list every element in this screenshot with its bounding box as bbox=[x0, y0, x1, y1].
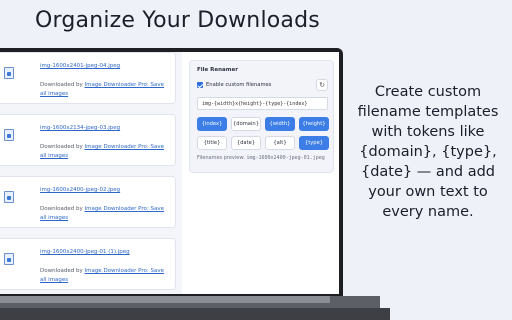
token-type-button[interactable]: {type} bbox=[299, 136, 329, 150]
headline: Organize Your Downloads bbox=[35, 8, 320, 33]
token-index-button[interactable]: {index} bbox=[197, 117, 227, 131]
laptop-base-highlight bbox=[0, 296, 330, 303]
file-renamer-panel: File Renamer Enable custom filenames ↻ {… bbox=[189, 60, 334, 173]
enable-label: Enable custom filenames bbox=[206, 82, 272, 88]
enable-checkbox[interactable] bbox=[197, 82, 203, 88]
file-list: img-1600x2401-jpeg-04.jpeg Downloaded by… bbox=[0, 52, 182, 294]
list-item[interactable]: img-1600x2400-jpeg-01 (1).jpeg Downloade… bbox=[0, 238, 176, 290]
image-file-icon bbox=[4, 129, 14, 141]
token-height-button[interactable]: {height} bbox=[299, 117, 329, 131]
panel-title: File Renamer bbox=[197, 67, 238, 73]
download-source: Downloaded by Image Downloader Pro: Save… bbox=[40, 82, 165, 97]
download-source: Downloaded by Image Downloader Pro: Save… bbox=[40, 144, 165, 159]
list-item[interactable]: img-1600x2134-jpeg-03.jpeg Downloaded by… bbox=[0, 114, 176, 166]
image-file-icon bbox=[4, 191, 14, 203]
token-width-button[interactable]: {width} bbox=[265, 117, 295, 131]
token-title-button[interactable]: {title} bbox=[197, 136, 227, 150]
token-date-button[interactable]: {date} bbox=[231, 136, 261, 150]
file-name-link[interactable]: img-1600x2400-jpeg-01 (1).jpeg bbox=[40, 249, 130, 255]
template-input[interactable] bbox=[197, 97, 328, 110]
list-item[interactable]: img-1600x2401-jpeg-04.jpeg Downloaded by… bbox=[0, 52, 176, 104]
laptop-base-shadow bbox=[0, 308, 390, 320]
file-name-link[interactable]: img-1600x2400-jpeg-02.jpeg bbox=[40, 187, 120, 193]
feature-description: Create custom filename templates with to… bbox=[357, 84, 499, 220]
token-domain-button[interactable]: {domain} bbox=[231, 117, 261, 131]
app-screen: img-1600x2401-jpeg-04.jpeg Downloaded by… bbox=[0, 52, 339, 294]
image-file-icon bbox=[4, 253, 14, 265]
file-name-link[interactable]: img-1600x2401-jpeg-04.jpeg bbox=[40, 63, 120, 69]
refresh-icon[interactable]: ↻ bbox=[316, 79, 328, 91]
image-file-icon bbox=[4, 67, 14, 79]
download-source: Downloaded by Image Downloader Pro: Save… bbox=[40, 268, 165, 283]
filename-preview: Filenames preview: img-1600x2400-jpeg-01… bbox=[197, 155, 325, 161]
download-source: Downloaded by Image Downloader Pro: Save… bbox=[40, 206, 165, 221]
token-alt-button[interactable]: {alt} bbox=[265, 136, 295, 150]
file-name-link[interactable]: img-1600x2134-jpeg-03.jpeg bbox=[40, 125, 120, 131]
list-item[interactable]: img-1600x2400-jpeg-02.jpeg Downloaded by… bbox=[0, 176, 176, 228]
